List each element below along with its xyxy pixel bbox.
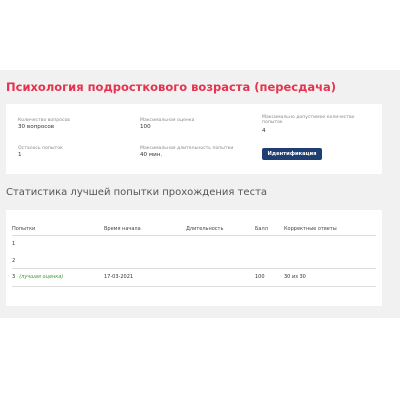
header-divider: [12, 235, 376, 236]
row-attempt-number: 2: [12, 258, 16, 264]
row-divider: [12, 286, 376, 287]
row-attempt-number: 1: [12, 241, 16, 247]
max-attempts-value: 4: [262, 128, 266, 134]
max-duration-value: 40 мин.: [140, 152, 163, 158]
col-header-correct: Корректные ответы: [284, 226, 337, 232]
max-attempts-label: Максимально допустимое количество попыто…: [262, 115, 355, 126]
questions-count-label: Количество вопросов: [18, 118, 71, 123]
max-score-label: Максимальная оценка: [140, 118, 195, 123]
max-score-value: 100: [140, 124, 151, 130]
attempts-left-value: 1: [18, 152, 22, 158]
row-start-time: 17-03-2021: [104, 274, 134, 280]
col-header-attempts: Попытки: [12, 226, 36, 232]
max-duration-label: Максимальная длительность попытки: [140, 146, 234, 151]
col-header-duration: Длительность: [186, 226, 224, 232]
attempts-left-label: Осталось попыток: [18, 146, 63, 151]
row-score: 100: [255, 274, 265, 280]
row-attempt-number: 3 (лучшая оценка): [12, 274, 64, 280]
col-header-start-time: Время начала: [104, 226, 141, 232]
stats-title: Статистика лучшей попытки прохождения те…: [6, 187, 268, 198]
row-correct-answers: 30 из 30: [284, 274, 306, 280]
page-title: Психология подросткового возраста (перес…: [6, 80, 337, 94]
best-score-label: (лучшая оценка): [19, 274, 64, 280]
identification-button[interactable]: Идентификация: [262, 148, 322, 160]
test-info-card: Количество вопросов 30 вопросов Максимал…: [6, 104, 382, 174]
questions-count-value: 30 вопросов: [18, 124, 55, 130]
stats-table-card: Попытки Время начала Длительность Балл К…: [6, 210, 382, 306]
row-divider: [12, 268, 376, 269]
col-header-score: Балл: [255, 226, 268, 232]
